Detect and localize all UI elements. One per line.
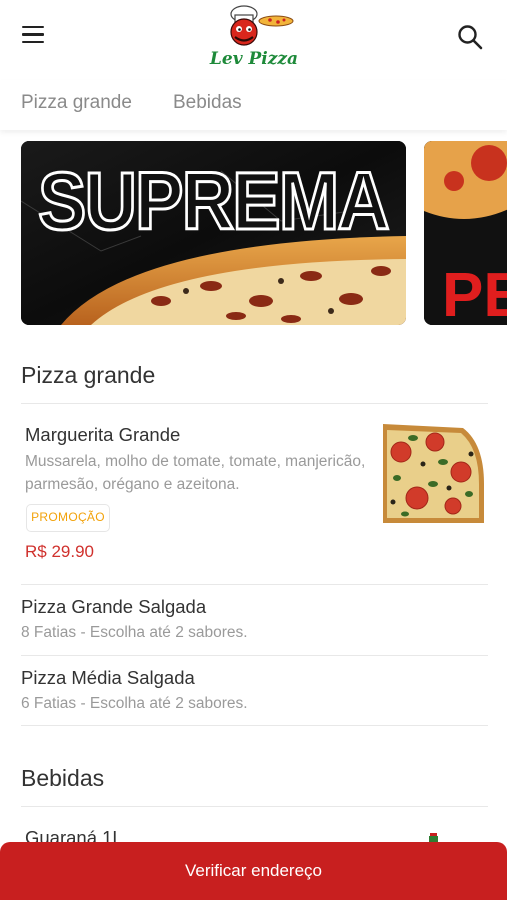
logo-text: Lev Pizza (209, 49, 298, 69)
section-title-pizza-grande: Pizza grande (21, 362, 156, 388)
banner-suprema[interactable]: SUPREMA (21, 141, 406, 325)
product-description: 8 Fatias - Escolha até 2 sabores. (21, 624, 248, 641)
search-icon[interactable] (455, 22, 485, 52)
verify-address-button[interactable]: Verificar endereço (0, 842, 507, 900)
tab-pizza-grande[interactable]: Pizza grande (21, 92, 132, 114)
divider (21, 725, 488, 726)
app-header: Lev Pizza (0, 0, 507, 80)
banner-peek-title: PE (442, 261, 507, 325)
product-name: Pizza Média Salgada (21, 667, 195, 688)
product-description: 6 Fatias - Escolha até 2 sabores. (21, 695, 248, 712)
product-description: Mussarela, molho de tomate, tomate, manj… (25, 453, 366, 493)
banner-suprema-title: SUPREMA (38, 156, 389, 247)
section-title-bebidas: Bebidas (21, 765, 105, 791)
product-image-marguerita[interactable] (383, 424, 484, 523)
banner-peek[interactable]: PE (424, 141, 507, 325)
hamburger-menu-icon[interactable] (22, 26, 48, 48)
tab-bebidas[interactable]: Bebidas (173, 92, 242, 114)
product-name: Pizza Grande Salgada (21, 596, 207, 617)
promo-badge: PROMOÇÃO (26, 504, 110, 532)
promo-banner-carousel[interactable]: SUPREMA PE (0, 141, 507, 326)
product-price: R$ 29.90 (25, 542, 94, 561)
product-name: Marguerita Grande (25, 424, 181, 445)
category-tabs: Pizza grande Bebidas (0, 80, 507, 130)
brand-logo[interactable]: Lev Pizza (206, 2, 302, 76)
